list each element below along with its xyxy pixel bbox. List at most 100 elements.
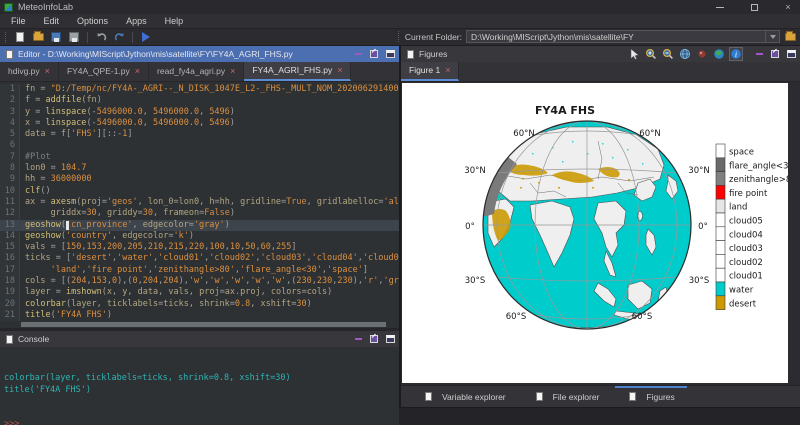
editor-header[interactable]: Editor - D:\Working\MIScript\Jython\mis\…	[0, 46, 399, 62]
code-text: ticks = ['desert','water','cloud01','clo…	[20, 253, 399, 264]
console-minimize-button[interactable]	[353, 334, 363, 343]
zoom-out-tool-button[interactable]	[661, 47, 675, 61]
window-close-button[interactable]: ×	[782, 2, 794, 12]
code-line-10[interactable]: 10clf()	[0, 186, 399, 197]
code-line-19[interactable]: 19layer = imshown(x, y, data, vals, proj…	[0, 287, 399, 298]
menu-item-apps[interactable]: Apps	[117, 15, 156, 27]
editor-maximize-button[interactable]	[385, 49, 395, 58]
code-line-15[interactable]: 15vals = [150,153,200,205,210,215,220,10…	[0, 242, 399, 253]
code-line-1[interactable]: 1fn = "D:/Temp/nc/FY4A-_AGRI--_N_DISK_10…	[0, 84, 399, 95]
code-text: ax = axesm(proj='geos', lon_0=lon0, h=hh…	[20, 197, 399, 208]
editor-tab-FY4A_AGRI_FHS.py[interactable]: FY4A_AGRI_FHS.py×	[244, 61, 351, 81]
editor-minimize-button[interactable]	[353, 49, 363, 58]
code-line-7[interactable]: 7#Plot	[0, 152, 399, 163]
browse-folder-icon[interactable]	[785, 33, 796, 41]
code-line-6[interactable]: 6	[0, 140, 399, 151]
code-editor[interactable]: 1fn = "D:/Temp/nc/FY4A-_AGRI--_N_DISK_10…	[0, 82, 399, 321]
toolbar-separator	[87, 32, 88, 43]
code-line-9[interactable]: 9hh = 36000000	[0, 174, 399, 185]
legend-swatch-land	[716, 199, 725, 213]
console-maximize-button[interactable]	[385, 334, 395, 343]
window-restore-button[interactable]	[748, 2, 760, 12]
tab-close-icon[interactable]: ×	[230, 67, 235, 76]
tab-label: FY4A_QPE-1.py	[67, 66, 130, 76]
code-line-13[interactable]: 13geoshow('cn_province', edgecolor='gray…	[0, 220, 399, 231]
code-text: clf()	[20, 186, 399, 197]
figures-header[interactable]: Figures	[401, 46, 800, 62]
editor-tab-bar: hdivg.py×FY4A_QPE-1.py×read_fy4a_agri.py…	[0, 62, 399, 82]
legend-label-land: land	[729, 203, 747, 213]
tab-close-icon[interactable]: ×	[135, 67, 140, 76]
identify-tool-button[interactable]	[695, 47, 709, 61]
run-button[interactable]	[139, 31, 153, 44]
bottom-tab-figures[interactable]: Figures	[615, 386, 686, 408]
save-all-button[interactable]	[67, 31, 81, 44]
current-folder-input[interactable]: D:\Working\MIScript\Jython\mis\satellite…	[466, 30, 766, 43]
code-text: vals = [150,153,200,205,210,215,220,100,…	[20, 242, 399, 253]
figures-minimize-button[interactable]	[754, 50, 764, 59]
code-line-12[interactable]: 12 griddx=30, griddy=30, frameon=False)	[0, 208, 399, 219]
editor-tab-FY4A_QPE-1.py[interactable]: FY4A_QPE-1.py ×	[59, 61, 149, 81]
editor-detach-button[interactable]	[369, 49, 379, 58]
editor-tab-read_fy4a_agri.py[interactable]: read_fy4a_agri.py×	[149, 61, 244, 81]
line-number: 15	[0, 242, 20, 253]
console-panel: Console colorbar(layer, ticklabels=ticks…	[0, 328, 399, 425]
bottom-tab-file-explorer[interactable]: File explorer	[522, 386, 612, 408]
code-line-17[interactable]: 17 'land','fire point','zenithangle>80',…	[0, 265, 399, 276]
pointer-tool-button[interactable]	[627, 47, 641, 61]
code-line-8[interactable]: 8lon0 = 104.7	[0, 163, 399, 174]
figures-detach-button[interactable]	[770, 50, 780, 59]
figure-canvas-area[interactable]: FY4A FHS60°N30°N0°30°S60°S60°N30°N0°30°S…	[401, 82, 800, 385]
current-folder-dropdown[interactable]	[766, 30, 780, 43]
legend-swatch-space	[716, 144, 725, 158]
menu-item-help[interactable]: Help	[156, 15, 193, 27]
tab-close-icon[interactable]: ×	[445, 66, 450, 75]
rotate-globe-tool-button[interactable]	[678, 47, 692, 61]
figures-maximize-button[interactable]	[786, 50, 796, 59]
line-number: 14	[0, 231, 20, 242]
code-text: griddx=30, griddy=30, frameon=False)	[20, 208, 399, 219]
code-line-5[interactable]: 5data = f['FHS'][::-1]	[0, 129, 399, 140]
code-line-2[interactable]: 2f = addfile(fn)	[0, 95, 399, 106]
redo-button[interactable]	[112, 31, 126, 44]
code-line-21[interactable]: 21title('FY4A FHS')	[0, 310, 399, 321]
figure-tab-figure-1[interactable]: Figure 1×	[401, 61, 459, 81]
earth-tool-button[interactable]	[712, 47, 726, 61]
console-output[interactable]: colorbar(layer, ticklabels=ticks, shrink…	[0, 347, 399, 425]
save-button[interactable]	[49, 31, 63, 44]
menu-item-file[interactable]: File	[2, 15, 35, 27]
figure-legend: spaceflare_angle<30zenithangle>80fire po…	[716, 144, 788, 310]
code-line-14[interactable]: 14geoshow('country', edgecolor='k')	[0, 231, 399, 242]
bottom-tab-variable-explorer[interactable]: Variable explorer	[411, 386, 518, 408]
code-text: layer = imshown(x, y, data, vals, proj=a…	[20, 287, 399, 298]
console-header[interactable]: Console	[0, 331, 399, 347]
code-line-16[interactable]: 16ticks = ['desert','water','cloud01','c…	[0, 253, 399, 264]
tab-close-icon[interactable]: ×	[45, 67, 50, 76]
editor-tab-hdivg.py[interactable]: hdivg.py×	[0, 61, 59, 81]
grid-label-right-4: 60°S	[632, 312, 652, 322]
editor-panel: Editor - D:\Working\MIScript\Jython\mis\…	[0, 46, 399, 328]
menu-item-options[interactable]: Options	[68, 15, 117, 27]
code-line-11[interactable]: 11ax = axesm(proj='geos', lon_0=lon0, h=…	[0, 197, 399, 208]
code-text: 'land','fire point','zenithangle>80','fl…	[20, 265, 399, 276]
tab-close-icon[interactable]: ×	[337, 66, 342, 75]
legend-label-fire-point: fire point	[729, 189, 768, 199]
code-text: title('FY4A FHS')	[20, 310, 399, 321]
code-line-4[interactable]: 4x = linspace(-5496000.0, 5496000.0, 549…	[0, 118, 399, 129]
code-text: x = linspace(-5496000.0, 5496000.0, 5496…	[20, 118, 399, 129]
text-caret	[66, 221, 69, 230]
new-file-button[interactable]	[13, 31, 27, 44]
code-line-20[interactable]: 20colorbar(layer, ticklabels=ticks, shri…	[0, 299, 399, 310]
editor-hscrollbar[interactable]	[0, 321, 399, 328]
legend-label-flare_angle-30: flare_angle<30	[729, 161, 788, 171]
menu-bar: FileEditOptionsAppsHelp	[0, 14, 800, 29]
code-line-3[interactable]: 3y = linspace(-5496000.0, 5496000.0, 549…	[0, 107, 399, 118]
code-line-18[interactable]: 18cols = [(204,153,0),(0,204,204),'w','w…	[0, 276, 399, 287]
menu-item-edit[interactable]: Edit	[35, 15, 69, 27]
info-tool-button[interactable]: i	[729, 47, 743, 61]
open-file-button[interactable]	[31, 31, 45, 44]
undo-button[interactable]	[94, 31, 108, 44]
window-minimize-button[interactable]	[714, 2, 726, 12]
console-detach-button[interactable]	[369, 334, 379, 343]
zoom-in-tool-button[interactable]	[644, 47, 658, 61]
